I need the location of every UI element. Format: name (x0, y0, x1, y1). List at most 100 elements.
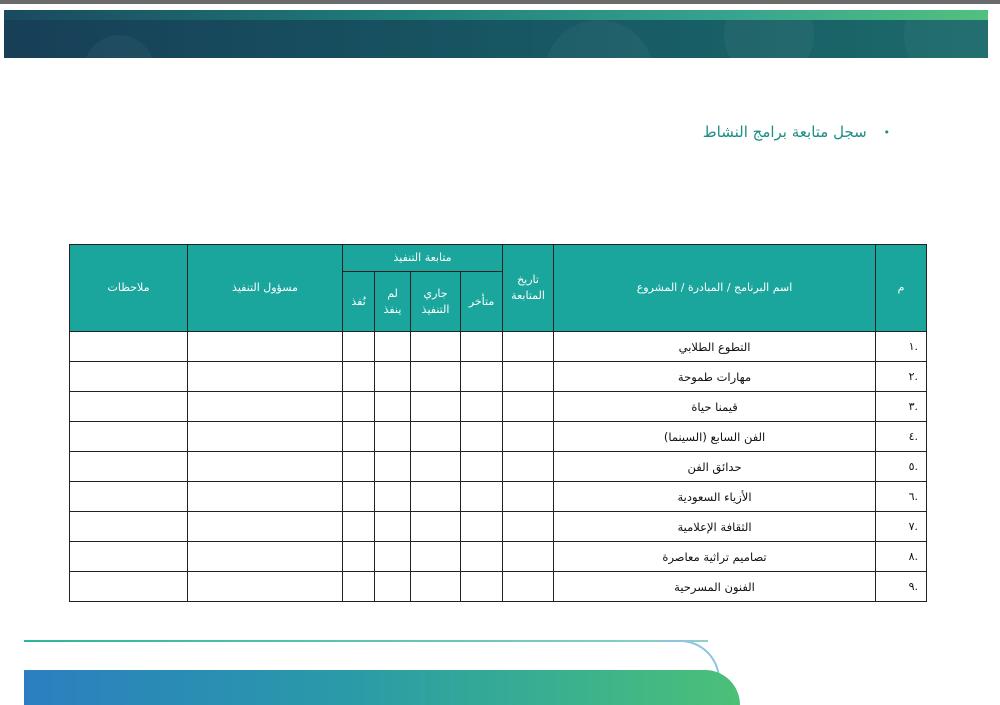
header-responsible: مسؤول التنفيذ (187, 244, 343, 332)
row-program-name: حدائق الفن (553, 451, 877, 482)
row-num: .٦ (875, 481, 928, 512)
row-cell-in-progress (410, 421, 462, 452)
header-program-name: اسم البرنامج / المبادرة / المشروع (553, 244, 877, 332)
footer-band (24, 670, 740, 705)
row-program-name: قيمنا حياة (553, 391, 877, 422)
table-row: .٦ الأزياء السعودية (69, 481, 928, 512)
row-cell-done (341, 331, 376, 362)
row-cell-done (341, 391, 376, 422)
row-num: .٩ (875, 571, 928, 602)
row-cell-late (460, 511, 504, 542)
row-cell-in-progress (410, 331, 462, 362)
row-num: .٤ (875, 421, 928, 452)
row-cell-late (460, 331, 504, 362)
row-cell-responsible (187, 451, 343, 482)
row-program-name: مهارات طموحة (553, 361, 877, 392)
header-done: نُفذ (341, 271, 376, 332)
row-cell-follow-date (502, 541, 555, 572)
row-cell-follow-date (502, 481, 555, 512)
row-cell-done (341, 481, 376, 512)
row-cell-late (460, 361, 504, 392)
row-cell-not-done (374, 511, 412, 542)
row-cell-not-done (374, 451, 412, 482)
row-num: .٧ (875, 511, 928, 542)
header-decor-circle (84, 35, 154, 58)
row-cell-not-done (374, 331, 412, 362)
row-cell-not-done (374, 481, 412, 512)
bullet-icon: • (883, 126, 891, 139)
row-num: .٨ (875, 541, 928, 572)
row-cell-responsible (187, 511, 343, 542)
row-cell-responsible (187, 481, 343, 512)
row-program-name: الفن السابع (السينما) (553, 421, 877, 452)
table-row: .٩ الفنون المسرحية (69, 571, 928, 602)
table-row: .٨ تصاميم تراثية معاصرة (69, 541, 928, 572)
top-frame-line (0, 0, 1000, 4)
row-cell-in-progress (410, 481, 462, 512)
row-cell-late (460, 421, 504, 452)
row-cell-follow-date (502, 361, 555, 392)
footer-divider-line (24, 640, 708, 642)
row-cell-in-progress (410, 541, 462, 572)
activity-followup-table: م اسم البرنامج / المبادرة / المشروع تاري… (69, 244, 928, 602)
table-row: .٤ الفن السابع (السينما) (69, 421, 928, 452)
row-cell-done (341, 361, 376, 392)
row-num: .٣ (875, 391, 928, 422)
row-cell-late (460, 391, 504, 422)
row-cell-done (341, 571, 376, 602)
row-cell-not-done (374, 391, 412, 422)
header-execution-followup: متابعة التنفيذ (341, 244, 504, 272)
row-cell-late (460, 451, 504, 482)
header-in-progress: جاري التنفيذ (410, 271, 462, 332)
row-cell-follow-date (502, 331, 555, 362)
row-cell-responsible (187, 361, 343, 392)
header-follow-date: تاريخ المتابعة (502, 244, 555, 332)
row-cell-follow-date (502, 421, 555, 452)
row-cell-in-progress (410, 361, 462, 392)
table-row: .١ التطوع الطلابي (69, 331, 928, 362)
section-title-text: سجل متابعة برامج النشاط (702, 123, 867, 141)
row-cell-notes (69, 511, 188, 542)
row-cell-in-progress (410, 511, 462, 542)
header-not-done: لم ينفذ (374, 271, 412, 332)
row-cell-in-progress (410, 451, 462, 482)
table-row: .٢ مهارات طموحة (69, 361, 928, 392)
row-cell-follow-date (502, 571, 555, 602)
row-cell-in-progress (410, 571, 462, 602)
row-cell-not-done (374, 571, 412, 602)
row-cell-notes (69, 571, 188, 602)
row-cell-responsible (187, 421, 343, 452)
row-cell-done (341, 541, 376, 572)
row-program-name: التطوع الطلابي (553, 331, 877, 362)
row-cell-not-done (374, 541, 412, 572)
row-cell-notes (69, 331, 188, 362)
section-heading: • سجل متابعة برامج النشاط (703, 123, 890, 141)
row-cell-follow-date (502, 451, 555, 482)
row-num: .١ (875, 331, 928, 362)
row-num: .٥ (875, 451, 928, 482)
row-program-name: الفنون المسرحية (553, 571, 877, 602)
row-cell-responsible (187, 571, 343, 602)
row-cell-late (460, 481, 504, 512)
row-cell-notes (69, 451, 188, 482)
row-cell-notes (69, 391, 188, 422)
row-cell-responsible (187, 331, 343, 362)
row-cell-notes (69, 361, 188, 392)
row-cell-in-progress (410, 391, 462, 422)
row-num: .٢ (875, 361, 928, 392)
row-cell-late (460, 541, 504, 572)
row-cell-responsible (187, 541, 343, 572)
row-cell-late (460, 571, 504, 602)
row-cell-responsible (187, 391, 343, 422)
row-program-name: الثقافة الإعلامية (553, 511, 877, 542)
header-decor-circle (544, 20, 654, 58)
row-cell-not-done (374, 361, 412, 392)
table-row: .٥ حدائق الفن (69, 451, 928, 482)
row-cell-done (341, 511, 376, 542)
row-cell-follow-date (502, 391, 555, 422)
row-cell-done (341, 421, 376, 452)
row-cell-notes (69, 481, 188, 512)
header-accent-stripe (4, 10, 988, 20)
row-program-name: تصاميم تراثية معاصرة (553, 541, 877, 572)
table-row: .٣ قيمنا حياة (69, 391, 928, 422)
